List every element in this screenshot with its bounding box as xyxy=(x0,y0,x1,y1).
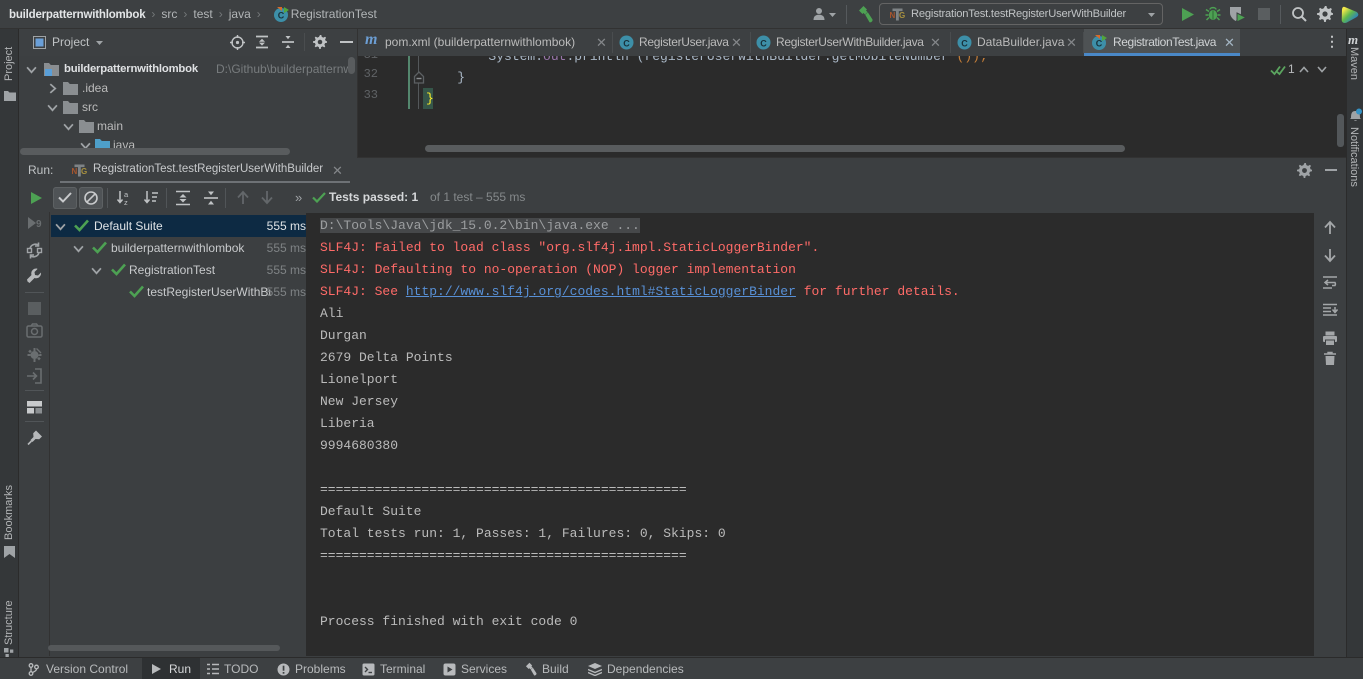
svg-text:N: N xyxy=(890,11,896,20)
svg-text:C: C xyxy=(623,39,630,49)
svg-text:G: G xyxy=(81,167,87,176)
svg-text:9: 9 xyxy=(36,219,42,230)
svg-text:C: C xyxy=(278,11,285,21)
svg-text:C: C xyxy=(760,39,767,49)
svg-text:z: z xyxy=(124,198,128,206)
svg-text:C: C xyxy=(1096,39,1103,49)
svg-text:N: N xyxy=(72,167,78,176)
svg-text:C: C xyxy=(961,39,968,49)
svg-text:G: G xyxy=(899,11,905,20)
